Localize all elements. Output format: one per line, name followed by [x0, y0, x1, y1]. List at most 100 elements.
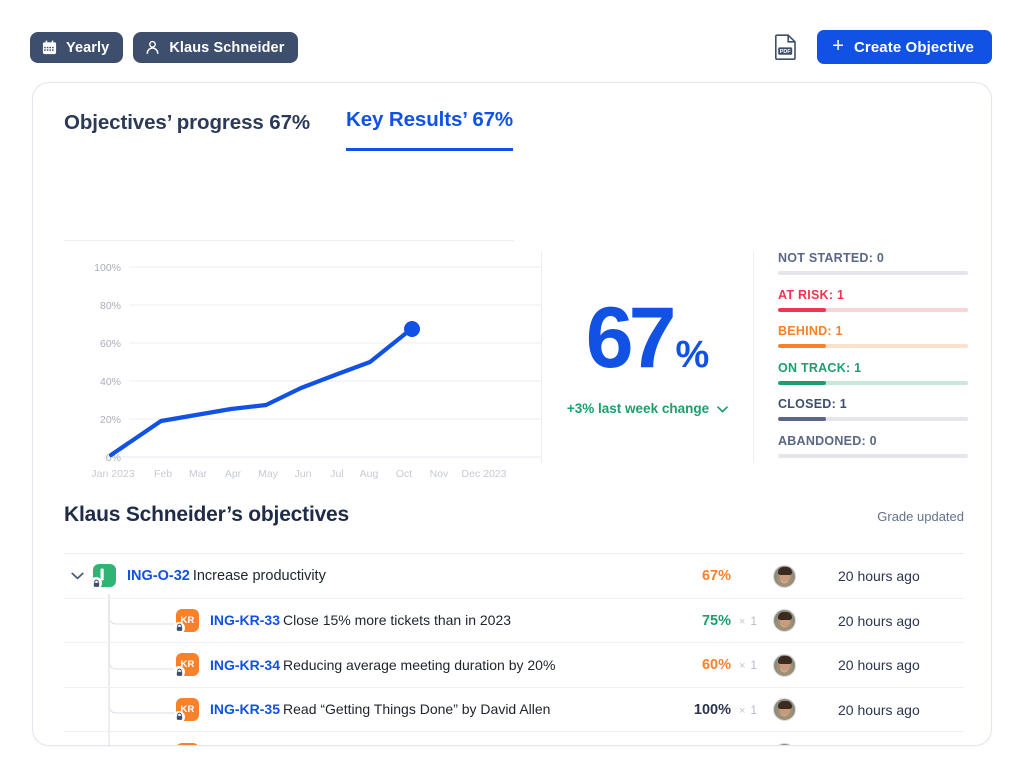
svg-text:100%: 100% [94, 262, 121, 274]
toolbar-filters: Yearly Klaus Schneider [30, 32, 299, 63]
svg-text:Jan 2023: Jan 2023 [91, 468, 134, 480]
weekly-change-toggle[interactable]: +3% last week change [567, 401, 728, 416]
user-filter-button[interactable]: Klaus Schneider [133, 32, 299, 63]
weekly-change-label: +3% last week change [566, 401, 710, 417]
status-label: BEHIND: 1 [778, 324, 843, 338]
avatar[interactable] [773, 653, 796, 677]
row-meta: 67% 20 hours ago [675, 554, 964, 599]
stats-row: 100% 80% 60% 40% 20% 0% Jan 2023 Feb Mar… [33, 251, 991, 483]
progress-percent: 100% [693, 701, 731, 718]
status-item-closed[interactable]: CLOSED: 1 [778, 397, 978, 421]
pdf-export-icon[interactable]: PDF [773, 32, 799, 62]
status-item-at-risk[interactable]: AT RISK: 1 [778, 288, 978, 312]
svg-text:40%: 40% [100, 376, 121, 388]
svg-text:Oct: Oct [396, 468, 412, 480]
period-filter-button[interactable]: Yearly [30, 32, 124, 63]
row-text: ING-O-32 Increase productivity [127, 568, 326, 584]
row-text: ING-KR-34 Reducing average meeting durati… [210, 657, 555, 673]
objective-code[interactable]: ING-O-32 [127, 568, 190, 584]
multiplier-symbol: × [738, 704, 746, 717]
person-icon [145, 40, 160, 55]
updated-timestamp: 20 hours ago [838, 612, 920, 629]
chevron-down-icon[interactable] [64, 572, 90, 580]
status-fill [778, 380, 826, 385]
lock-icon [173, 621, 185, 634]
chart-svg: 100% 80% 60% 40% 20% 0% Jan 2023 Feb Mar… [91, 262, 541, 480]
chart-series-line [108, 327, 413, 458]
updated-timestamp: 20 hours ago [838, 568, 920, 585]
chart-endpoint-marker [404, 321, 420, 337]
status-fill [778, 344, 826, 348]
multiplier-symbol: × [738, 660, 746, 673]
status-track [778, 344, 968, 348]
status-track [778, 307, 968, 312]
multiplier: × 1 [731, 658, 765, 672]
row-text: ING-KR-35 Read “Getting Things Done” by D… [210, 701, 550, 717]
top-toolbar: Yearly Klaus Schneider PDF + Create Obje… [0, 0, 1024, 82]
period-filter-label: Yearly [66, 39, 110, 56]
updated-timestamp: 20 hours ago [838, 701, 920, 718]
toolbar-actions: PDF + Create Objective [773, 30, 992, 64]
svg-text:May: May [258, 468, 279, 480]
tab-key-results[interactable]: Key Results’ 67% [346, 108, 513, 151]
objectives-header: Klaus Schneider’s objectives Grade updat… [64, 503, 964, 527]
summary-panel: 67 % +3% last week change [541, 251, 754, 463]
grade-updated-label: Grade updated [877, 509, 964, 524]
table-row[interactable]: KR ING-KR-36Meet deadlines for 80% of pr… [64, 732, 964, 745]
status-fill [778, 307, 826, 312]
overall-progress-value: 67 % [586, 295, 709, 381]
progress-percent: 60% [701, 657, 731, 674]
status-item-behind[interactable]: BEHIND: 1 [778, 324, 978, 348]
multiplier-value: 1 [750, 613, 758, 628]
kr-code[interactable]: ING-KR-35 [210, 701, 280, 717]
kr-icon: KR [176, 742, 199, 745]
status-label: CLOSED: 1 [778, 397, 847, 411]
chevron-down-icon [717, 401, 728, 416]
tab-divider [64, 240, 514, 241]
plus-icon: + [832, 35, 844, 57]
status-label: AT RISK: 1 [778, 287, 845, 302]
multiplier: × 1 [731, 703, 765, 717]
status-track [778, 453, 968, 458]
dashboard-card: Objectives’ progress 67% Key Results’ 67… [32, 82, 992, 746]
kr-title: Close 15% more tickets than in 2023 [283, 612, 512, 629]
kr-title: Reducing average meeting duration by 20% [283, 656, 556, 673]
status-item-not-started[interactable]: NOT STARTED: 0 [778, 251, 978, 275]
status-item-abandoned[interactable]: ABANDONED: 0 [778, 434, 978, 458]
status-fill [778, 417, 826, 421]
create-objective-button[interactable]: + Create Objective [817, 30, 992, 64]
kr-icon: KR [173, 608, 199, 634]
multiplier: × 1 [731, 614, 765, 628]
svg-text:20%: 20% [100, 414, 121, 426]
avatar[interactable] [773, 564, 796, 588]
chart-y-axis: 100% 80% 60% 40% 20% 0% [94, 262, 121, 464]
status-track [778, 417, 968, 421]
objective-flag-icon [90, 564, 116, 590]
multiplier-symbol: × [738, 615, 746, 628]
lock-icon [173, 666, 185, 679]
avatar[interactable] [773, 698, 796, 722]
svg-text:Mar: Mar [189, 468, 208, 480]
status-track [778, 380, 968, 385]
chart-gridlines [104, 266, 541, 458]
create-objective-label: Create Objective [854, 38, 974, 56]
tab-objectives-progress[interactable]: Objectives’ progress 67% [64, 111, 310, 151]
kr-icon: KR [173, 697, 199, 723]
avatar[interactable] [773, 742, 796, 745]
kr-code[interactable]: ING-KR-34 [210, 657, 280, 673]
lock-icon [173, 710, 185, 723]
status-breakdown: NOT STARTED: 0 AT RISK: 1 BEHIND: 1 ON T… [778, 251, 978, 470]
table-row[interactable]: KR ING-KR-34 Reducing average meeting dur… [64, 643, 964, 688]
table-row[interactable]: KR ING-KR-35 Read “Getting Things Done” b… [64, 688, 964, 733]
svg-text:Aug: Aug [360, 468, 379, 480]
table-row[interactable]: KR ING-KR-33 Close 15% more tickets than … [64, 599, 964, 643]
updated-timestamp: 20 hours ago [838, 657, 920, 674]
kr-code[interactable]: ING-KR-33 [210, 612, 280, 628]
svg-text:Apr: Apr [225, 468, 242, 480]
avatar[interactable] [773, 609, 796, 633]
svg-text:Nov: Nov [430, 468, 449, 480]
svg-text:80%: 80% [100, 300, 121, 312]
status-item-on-track[interactable]: ON TRACK: 1 [778, 361, 978, 385]
row-meta: 100% × 1 20 hours ago [675, 688, 964, 733]
table-row[interactable]: ING-O-32 Increase productivity 67% 20 hou… [64, 554, 964, 599]
